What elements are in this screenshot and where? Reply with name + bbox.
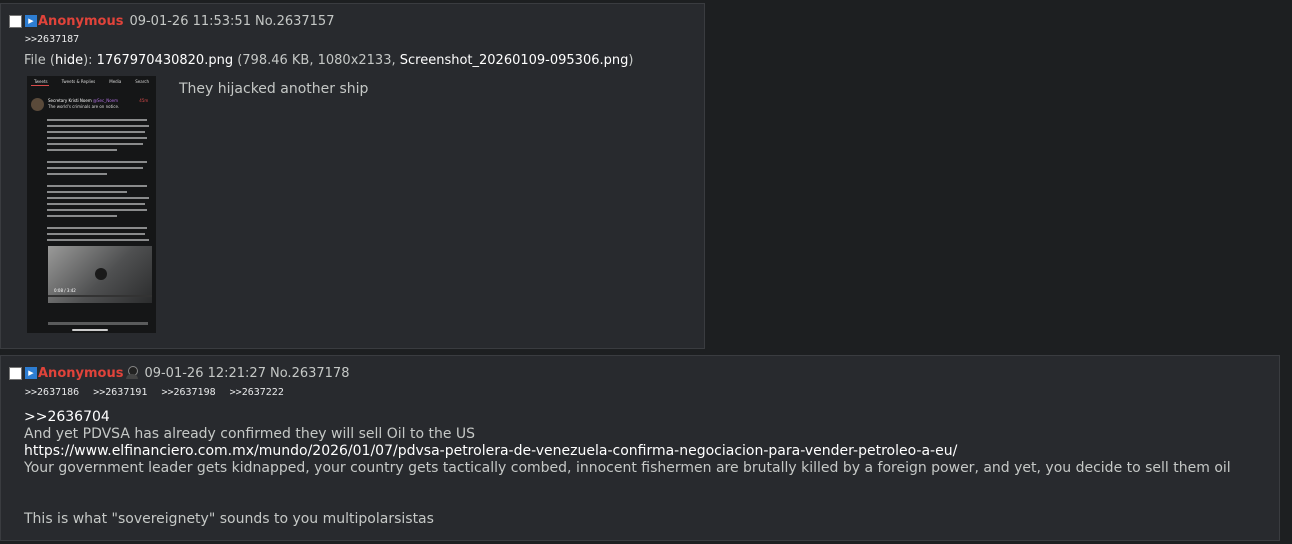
flag-icon: ▶	[25, 15, 37, 27]
thumb-active-tab-underline	[31, 85, 49, 86]
post-select-checkbox[interactable]	[9, 14, 22, 28]
thumb-text-line	[47, 203, 145, 205]
comment-line: And yet PDVSA has already confirmed they…	[24, 426, 476, 442]
thumb-text-line	[47, 197, 149, 199]
post-header: ▶ Anonymous 09-01-26 12:21:27 No.2637178	[9, 363, 349, 383]
thumb-text-line	[47, 173, 107, 175]
thumb-text-line	[47, 149, 117, 151]
file-label: File (	[24, 53, 55, 68]
external-url-link[interactable]: https://www.elfinanciero.com.mx/mundo/20…	[24, 443, 1231, 460]
post-header: ▶ Anonymous 09-01-26 11:53:51 No.2637157	[9, 11, 334, 31]
flag-icon: ▶	[25, 367, 37, 379]
thumb-author: Secretary Kristi Noem @Sec_Noem 45m	[48, 98, 148, 103]
post-datetime: 09-01-26 11:53:51	[129, 13, 251, 29]
thumb-text-line	[47, 239, 149, 241]
file-meta: (798.46 KB, 1080x2133,	[233, 53, 400, 68]
thumb-text-line	[47, 167, 143, 169]
backlink[interactable]: >>2637187	[25, 34, 79, 45]
thumb-tab: Tweets & Replies	[61, 78, 96, 84]
thumb-text-line	[47, 215, 117, 217]
file-close: )	[628, 53, 634, 68]
thumb-tab: Tweets	[33, 78, 48, 84]
thumb-text-line	[47, 161, 147, 163]
post-select-checkbox[interactable]	[9, 366, 22, 380]
thumb-video-progress	[48, 295, 152, 297]
thumb-text-line	[47, 131, 145, 133]
backlink[interactable]: >>2637191	[93, 387, 147, 398]
post-number-link[interactable]: No.2637178	[270, 366, 349, 381]
thumb-text-line	[47, 137, 147, 139]
post-number-link[interactable]: No.2637157	[255, 14, 334, 29]
thumb-text-line	[47, 233, 145, 235]
thumb-handle: @Sec_Noem	[93, 98, 119, 103]
hide-file-link[interactable]: hide	[55, 53, 83, 68]
poster-name: Anonymous	[38, 13, 124, 29]
poster-avatar-icon	[125, 366, 139, 380]
backlinks: >>2637186 >>2637191 >>2637198 >>2637222	[25, 387, 292, 398]
thumb-video: 0:08 / 3:42	[48, 246, 152, 303]
file-name-link[interactable]: 1767970430820.png	[97, 53, 233, 68]
thumb-text-line	[47, 143, 143, 145]
thumb-video-time: 0:08 / 3:42	[54, 288, 76, 293]
thumb-text-line	[47, 191, 127, 193]
play-icon	[95, 268, 107, 280]
post-2637157: ▶ Anonymous 09-01-26 11:53:51 No.2637157…	[0, 3, 705, 349]
thumb-avatar	[31, 98, 44, 111]
quote-link[interactable]: >>2636704	[24, 409, 1231, 426]
poster-name: Anonymous	[38, 365, 124, 381]
backlink[interactable]: >>2637222	[230, 387, 284, 398]
thumb-text-line	[47, 209, 147, 211]
image-thumbnail[interactable]: Tweets Tweets & Replies Media Search Sec…	[27, 76, 156, 333]
thumb-text-line	[47, 119, 147, 121]
thumb-home-indicator	[72, 329, 108, 331]
thumb-first-line: The world's criminals are on notice.	[48, 104, 120, 109]
post-comment: >>2636704 And yet PDVSA has already conf…	[24, 409, 1231, 528]
backlink[interactable]: >>2637186	[25, 387, 79, 398]
thumb-tab: Media	[109, 78, 122, 84]
thumb-text-line	[47, 125, 149, 127]
file-original-name[interactable]: Screenshot_20260109-095306.png	[400, 53, 629, 68]
post-comment: They hijacked another ship	[179, 81, 369, 97]
thumb-time: 45m	[139, 98, 149, 103]
thumb-text-line	[47, 227, 147, 229]
thumb-tab: Search	[135, 78, 149, 84]
file-sep: ):	[83, 53, 97, 68]
backlinks: >>2637187	[25, 34, 87, 45]
thumb-stats	[48, 322, 148, 325]
file-info: File (hide): 1767970430820.png (798.46 K…	[24, 53, 633, 68]
post-2637178: ▶ Anonymous 09-01-26 12:21:27 No.2637178…	[0, 355, 1280, 541]
post-datetime: 09-01-26 12:21:27	[144, 365, 266, 381]
comment-line: This is what "sovereignety" sounds to yo…	[24, 511, 434, 527]
thumb-author-name: Secretary Kristi Noem	[48, 98, 92, 103]
backlink[interactable]: >>2637198	[161, 387, 215, 398]
comment-line: Your government leader gets kidnapped, y…	[24, 460, 1231, 476]
thumb-text-line	[47, 185, 147, 187]
